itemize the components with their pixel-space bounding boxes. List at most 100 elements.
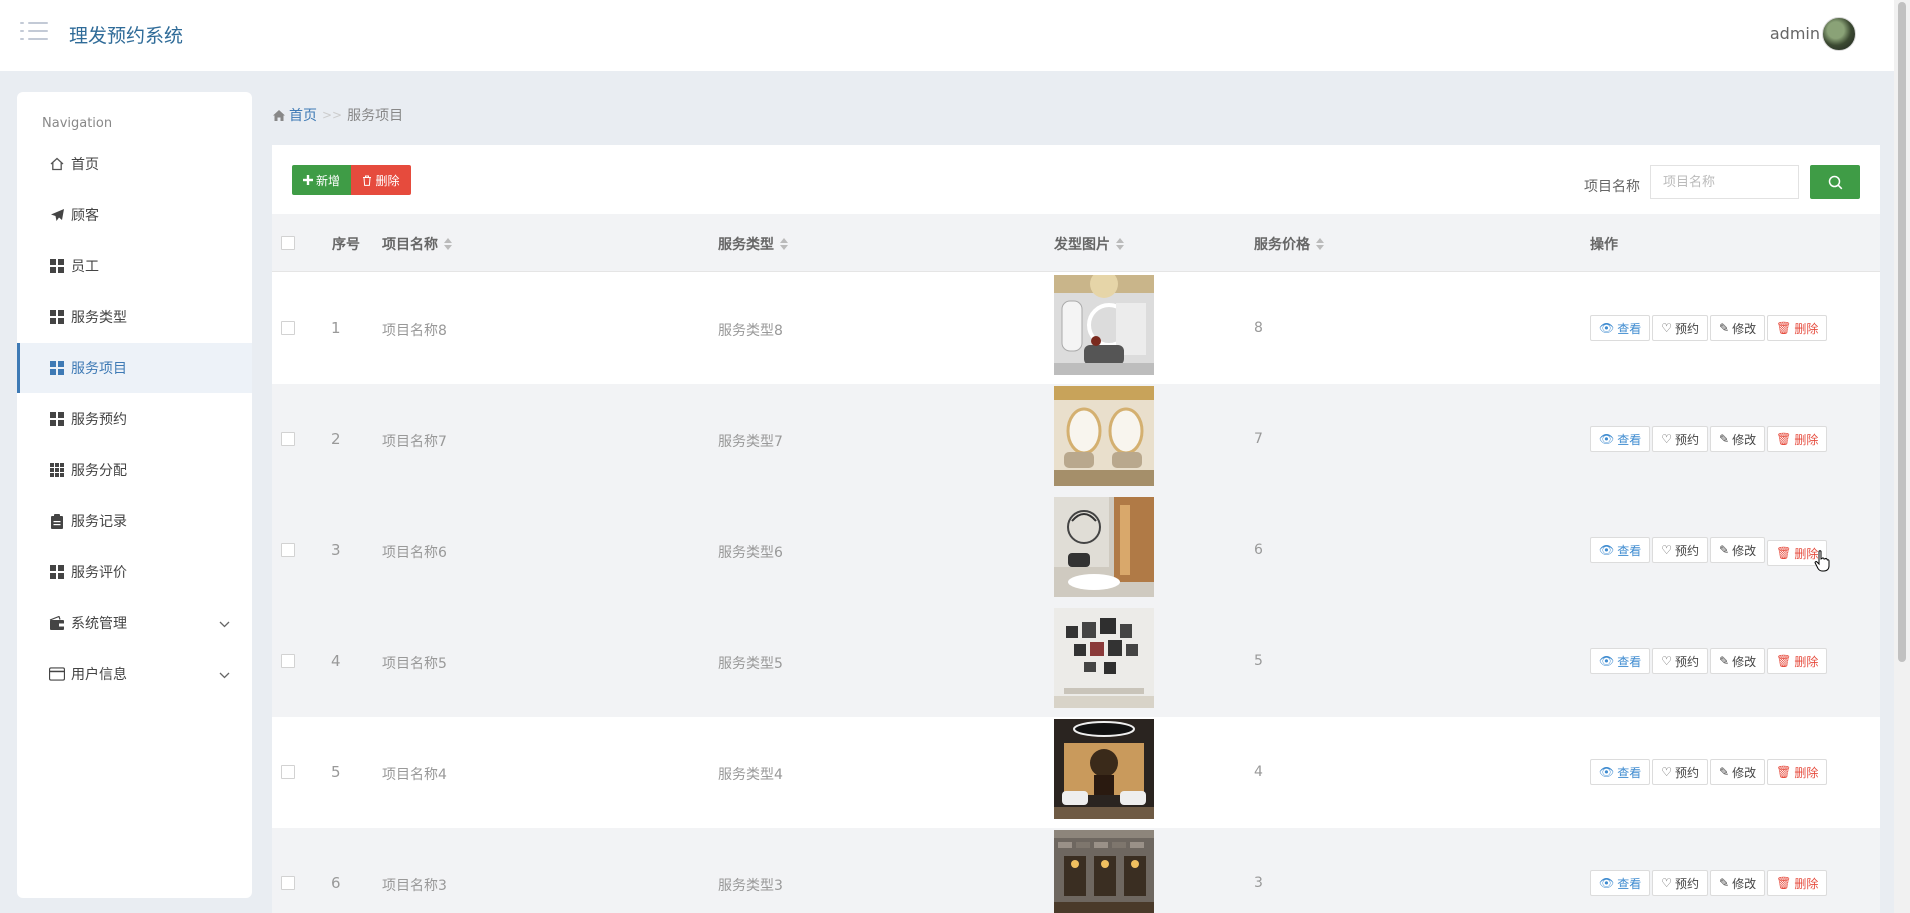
sort-icon[interactable]	[780, 238, 788, 250]
view-button[interactable]: 👁 查看	[1590, 537, 1651, 563]
column-type[interactable]: 服务类型	[718, 234, 788, 254]
row-name: 项目名称3	[382, 878, 447, 894]
trash-icon: 🗑	[1776, 546, 1792, 560]
row-checkbox[interactable]	[281, 321, 295, 335]
delete-button[interactable]: 🗑 删除	[1767, 759, 1828, 785]
table-row: 2 项目名称7 服务类型7 7 👁 查看 ♡ 预约 ✎ 修改 🗑 删除	[272, 384, 1880, 495]
search-button[interactable]	[1810, 165, 1860, 199]
home-icon	[273, 109, 285, 121]
column-name[interactable]: 项目名称	[382, 234, 452, 254]
reserve-button[interactable]: ♡ 预约	[1652, 537, 1709, 563]
row-checkbox[interactable]	[281, 876, 295, 890]
row-type: 服务类型3	[718, 878, 783, 894]
grid-icon	[49, 309, 65, 325]
table-row: 4 项目名称5 服务类型5 5 👁 查看 ♡ 预约 ✎ 修改 🗑 删除	[272, 606, 1880, 717]
search-icon	[1828, 175, 1842, 189]
nav-title: Navigation	[42, 116, 113, 131]
sidebar-item-service-items[interactable]: 服务项目	[17, 343, 252, 393]
select-all-checkbox[interactable]	[281, 236, 295, 250]
view-button[interactable]: 👁 查看	[1590, 648, 1651, 674]
scrollbar-thumb[interactable]	[1898, 2, 1906, 662]
sidebar-item-label: 首页	[71, 157, 99, 173]
sidebar-item-home[interactable]: 首页	[17, 139, 252, 189]
reserve-button[interactable]: ♡ 预约	[1652, 648, 1709, 674]
sidebar-item-staff[interactable]: 员工	[17, 241, 252, 291]
hairstyle-image[interactable]	[1054, 275, 1154, 375]
column-price[interactable]: 服务价格	[1254, 234, 1324, 254]
avatar[interactable]	[1822, 17, 1856, 51]
row-type: 服务类型8	[718, 323, 783, 339]
id-card-icon	[49, 666, 65, 682]
sort-icon[interactable]	[1316, 238, 1324, 250]
sidebar-item-reviews[interactable]: 服务评价	[17, 547, 252, 597]
sort-icon[interactable]	[1116, 238, 1124, 250]
row-checkbox[interactable]	[281, 432, 295, 446]
sidebar-item-system[interactable]: 系统管理	[17, 598, 252, 648]
sidebar-item-customers[interactable]: 顾客	[17, 190, 252, 240]
hairstyle-image[interactable]	[1054, 497, 1154, 597]
reserve-button[interactable]: ♡ 预约	[1652, 315, 1709, 341]
reserve-button[interactable]: ♡ 预约	[1652, 759, 1709, 785]
edit-icon: ✎	[1719, 432, 1730, 446]
row-type: 服务类型4	[718, 767, 783, 783]
hairstyle-image[interactable]	[1054, 719, 1154, 819]
row-type: 服务类型7	[718, 434, 783, 450]
row-price: 8	[1254, 320, 1263, 336]
view-button[interactable]: 👁 查看	[1590, 426, 1651, 452]
edit-button[interactable]: ✎ 修改	[1710, 537, 1766, 563]
eye-icon: 👁	[1599, 543, 1615, 557]
user-name[interactable]: admin	[1770, 24, 1820, 43]
row-checkbox[interactable]	[281, 654, 295, 668]
view-button[interactable]: 👁 查看	[1590, 870, 1651, 896]
sidebar-item-label: 系统管理	[71, 616, 127, 632]
sidebar-item-user-info[interactable]: 用户信息	[17, 649, 252, 699]
search-input[interactable]	[1650, 165, 1799, 199]
edit-button[interactable]: ✎ 修改	[1710, 426, 1766, 452]
batch-delete-button[interactable]: 删除	[351, 165, 411, 195]
reserve-button[interactable]: ♡ 预约	[1652, 426, 1709, 452]
delete-button[interactable]: 🗑 删除	[1767, 315, 1828, 341]
sidebar-item-reservations[interactable]: 服务预约	[17, 394, 252, 444]
edit-button[interactable]: ✎ 修改	[1710, 759, 1766, 785]
view-button[interactable]: 👁 查看	[1590, 759, 1651, 785]
row-type: 服务类型6	[718, 545, 783, 561]
delete-button[interactable]: 🗑 删除	[1767, 870, 1828, 896]
row-checkbox[interactable]	[281, 765, 295, 779]
edit-icon: ✎	[1719, 876, 1730, 890]
sidebar: Navigation 首页 顾客 员工 服务类型 服务项目 服务预约 服务分配 …	[17, 92, 252, 898]
table-row: 1 项目名称8 服务类型8 8 👁 查看 ♡ 预约 ✎ 修改 🗑 删除	[272, 273, 1880, 384]
sidebar-item-label: 服务分配	[71, 463, 127, 479]
table-header: 序号 项目名称 服务类型 发型图片 服务价格 操作	[272, 214, 1880, 272]
delete-button[interactable]: 🗑 删除	[1767, 426, 1828, 452]
column-image[interactable]: 发型图片	[1054, 234, 1124, 254]
hairstyle-image[interactable]	[1054, 386, 1154, 486]
page-scrollbar[interactable]	[1894, 0, 1910, 913]
row-price: 4	[1254, 764, 1263, 780]
sidebar-item-label: 服务预约	[71, 412, 127, 428]
add-button[interactable]: 新增	[292, 165, 351, 195]
heart-icon: ♡	[1661, 654, 1673, 668]
breadcrumb-home[interactable]: 首页	[273, 105, 317, 125]
edit-button[interactable]: ✎ 修改	[1710, 870, 1766, 896]
edit-button[interactable]: ✎ 修改	[1710, 648, 1766, 674]
breadcrumb-current: 服务项目	[347, 108, 404, 124]
hairstyle-image[interactable]	[1054, 608, 1154, 708]
reserve-button[interactable]: ♡ 预约	[1652, 870, 1709, 896]
mouse-pointer-icon	[1814, 550, 1830, 576]
menu-toggle-icon[interactable]	[20, 22, 48, 46]
eye-icon: 👁	[1599, 876, 1615, 890]
row-actions: 👁 查看 ♡ 预约 ✎ 修改 🗑 删除	[1590, 759, 1828, 785]
row-checkbox[interactable]	[281, 543, 295, 557]
sidebar-item-assignment[interactable]: 服务分配	[17, 445, 252, 495]
hairstyle-image[interactable]	[1054, 830, 1154, 913]
sort-icon[interactable]	[444, 238, 452, 250]
heart-icon: ♡	[1661, 543, 1673, 557]
table-row: 6 项目名称3 服务类型3 3 👁 查看 ♡ 预约 ✎ 修改 🗑 删除	[272, 828, 1880, 913]
delete-button[interactable]: 🗑 删除	[1767, 648, 1828, 674]
sidebar-item-records[interactable]: 服务记录	[17, 496, 252, 546]
view-button[interactable]: 👁 查看	[1590, 315, 1651, 341]
sidebar-item-label: 用户信息	[71, 667, 127, 683]
eye-icon: 👁	[1599, 654, 1615, 668]
edit-button[interactable]: ✎ 修改	[1710, 315, 1766, 341]
sidebar-item-service-types[interactable]: 服务类型	[17, 292, 252, 342]
